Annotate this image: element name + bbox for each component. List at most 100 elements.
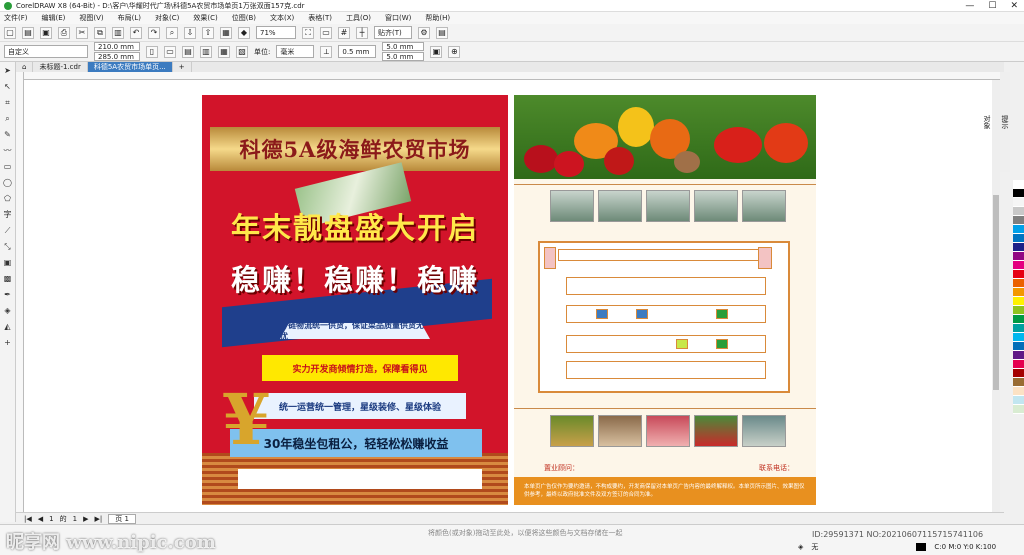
flyer-front-page[interactable]: 科德5A级海鲜农贸市场 年末靓盘盛大开启 稳赚！稳赚！稳赚 冷链物流统一供货，保…: [202, 95, 508, 505]
current-page-icon[interactable]: ▥: [200, 45, 212, 58]
palette-swatch[interactable]: [1013, 333, 1024, 342]
parallel-dimension-icon[interactable]: ⟋: [3, 226, 13, 236]
export-icon[interactable]: ⇧: [202, 26, 214, 39]
shape-tool-icon[interactable]: ↖: [3, 82, 13, 92]
page-height-field[interactable]: 285.0 mm: [94, 52, 140, 61]
rulers-icon[interactable]: ▭: [320, 26, 332, 39]
first-page-button[interactable]: |◀: [24, 515, 32, 523]
text-tool-icon[interactable]: 字: [3, 210, 13, 220]
palette-swatch[interactable]: [1013, 243, 1024, 252]
palette-swatch[interactable]: [1013, 369, 1024, 378]
palette-swatch[interactable]: [1013, 324, 1024, 333]
palette-swatch[interactable]: [1013, 279, 1024, 288]
palette-swatch[interactable]: [1013, 387, 1024, 396]
menu-view[interactable]: 视图(V): [79, 13, 103, 23]
transparency-tool-icon[interactable]: ▩: [3, 274, 13, 284]
menu-table[interactable]: 表格(T): [308, 13, 332, 23]
open-icon[interactable]: ▤: [22, 26, 34, 39]
grid-icon[interactable]: #: [338, 26, 350, 39]
treat-as-filled-icon[interactable]: ▣: [430, 45, 443, 58]
docker-tab-objects[interactable]: 对象: [982, 115, 992, 129]
prev-page-button[interactable]: ◀: [38, 515, 43, 523]
palette-swatch[interactable]: [1013, 315, 1024, 324]
palette-swatch[interactable]: [1013, 405, 1024, 414]
palette-swatch[interactable]: [1013, 252, 1024, 261]
redo-icon[interactable]: ↷: [148, 26, 160, 39]
paste-icon[interactable]: ▥: [112, 26, 124, 39]
eyedropper-icon[interactable]: ✒: [3, 290, 13, 300]
palette-swatch[interactable]: [1013, 342, 1024, 351]
guidelines-icon[interactable]: ┼: [356, 26, 368, 39]
minimize-button[interactable]: —: [965, 0, 974, 12]
connector-tool-icon[interactable]: ⤡: [3, 242, 13, 252]
copy-icon[interactable]: ⧉: [94, 26, 106, 39]
freehand-tool-icon[interactable]: ✎: [3, 130, 13, 140]
palette-swatch[interactable]: [1013, 207, 1024, 216]
add-tool-icon[interactable]: +: [3, 338, 13, 348]
menu-layout[interactable]: 布局(L): [118, 13, 141, 23]
close-button[interactable]: ✕: [1010, 0, 1018, 12]
palette-swatch[interactable]: [1013, 234, 1024, 243]
portrait-icon[interactable]: ▯: [146, 45, 158, 58]
menu-object[interactable]: 对象(C): [155, 13, 179, 23]
page-width-field[interactable]: 210.0 mm: [94, 42, 140, 51]
new-icon[interactable]: ▢: [4, 26, 16, 39]
polygon-tool-icon[interactable]: ⬠: [3, 194, 13, 204]
menu-tools[interactable]: 工具(O): [346, 13, 371, 23]
vertical-ruler[interactable]: [16, 72, 24, 512]
artistic-media-icon[interactable]: 〰: [3, 146, 13, 156]
new-tab-button[interactable]: +: [173, 62, 192, 72]
ellipse-tool-icon[interactable]: ◯: [3, 178, 13, 188]
drop-shadow-icon[interactable]: ▣: [3, 258, 13, 268]
menu-window[interactable]: 窗口(W): [385, 13, 411, 23]
scrollbar-thumb[interactable]: [993, 195, 999, 390]
duplicate-x-field[interactable]: 5.0 mm: [382, 42, 425, 51]
vertical-scrollbar[interactable]: [992, 80, 1000, 512]
zoom-tool-icon[interactable]: ⌕: [3, 114, 13, 124]
pick-tool-icon[interactable]: ➤: [3, 66, 13, 76]
palette-swatch[interactable]: [1013, 351, 1024, 360]
page-preset-dropdown[interactable]: 自定义: [4, 45, 88, 58]
tab-home-icon[interactable]: ⌂: [16, 62, 34, 72]
snap-dropdown[interactable]: 贴齐(T): [374, 26, 412, 39]
next-page-button[interactable]: ▶: [83, 515, 88, 523]
palette-swatch[interactable]: [1013, 396, 1024, 405]
launcher-icon[interactable]: ◆: [238, 26, 250, 39]
all-pages-icon[interactable]: ▤: [182, 45, 194, 58]
nudge-distance-field[interactable]: 0.5 mm: [338, 45, 377, 58]
add-preset-icon[interactable]: ⊕: [448, 45, 461, 58]
palette-swatch[interactable]: [1013, 270, 1024, 279]
palette-swatch[interactable]: [1013, 216, 1024, 225]
menu-effects[interactable]: 效果(C): [193, 13, 217, 23]
tab-untitled[interactable]: 未标题-1.cdr: [33, 62, 88, 72]
rectangle-tool-icon[interactable]: ▭: [3, 162, 13, 172]
palette-swatch[interactable]: [1013, 261, 1024, 270]
undo-icon[interactable]: ↶: [130, 26, 142, 39]
facing-pages-icon[interactable]: ▦: [218, 45, 230, 58]
maximize-button[interactable]: ☐: [988, 0, 996, 12]
interactive-fill-icon[interactable]: ◈: [3, 306, 13, 316]
search-icon[interactable]: ⌕: [166, 26, 178, 39]
tab-flyer-document[interactable]: 科德5A农贸市场单页...: [87, 62, 173, 72]
palette-swatch[interactable]: [1013, 198, 1024, 207]
print-icon[interactable]: ⎙: [58, 26, 70, 39]
save-icon[interactable]: ▣: [40, 26, 52, 39]
palette-swatch[interactable]: [1013, 306, 1024, 315]
palette-swatch[interactable]: [1013, 189, 1024, 198]
docker-tab-hints[interactable]: 提示: [1000, 115, 1010, 129]
docker-icon[interactable]: ▤: [436, 26, 448, 39]
horizontal-ruler[interactable]: [24, 72, 1004, 80]
cut-icon[interactable]: ✂: [76, 26, 88, 39]
palette-swatch[interactable]: [1013, 288, 1024, 297]
menu-edit[interactable]: 编辑(E): [42, 13, 66, 23]
smart-fill-icon[interactable]: ◭: [3, 322, 13, 332]
palette-swatch[interactable]: [1013, 360, 1024, 369]
palette-swatch[interactable]: [1013, 297, 1024, 306]
zoom-level-field[interactable]: 71%: [256, 26, 296, 39]
palette-swatch[interactable]: [1013, 225, 1024, 234]
menu-text[interactable]: 文本(X): [270, 13, 294, 23]
page-tab-1[interactable]: 页 1: [108, 513, 136, 524]
duplicate-y-field[interactable]: 5.0 mm: [382, 52, 425, 61]
flyer-back-page[interactable]: 置业顾问： 联系电话： 本单页广告仅作为要约邀请，不构成要约，开发商保留对本单页…: [514, 95, 816, 505]
palette-swatch[interactable]: [1013, 180, 1024, 189]
